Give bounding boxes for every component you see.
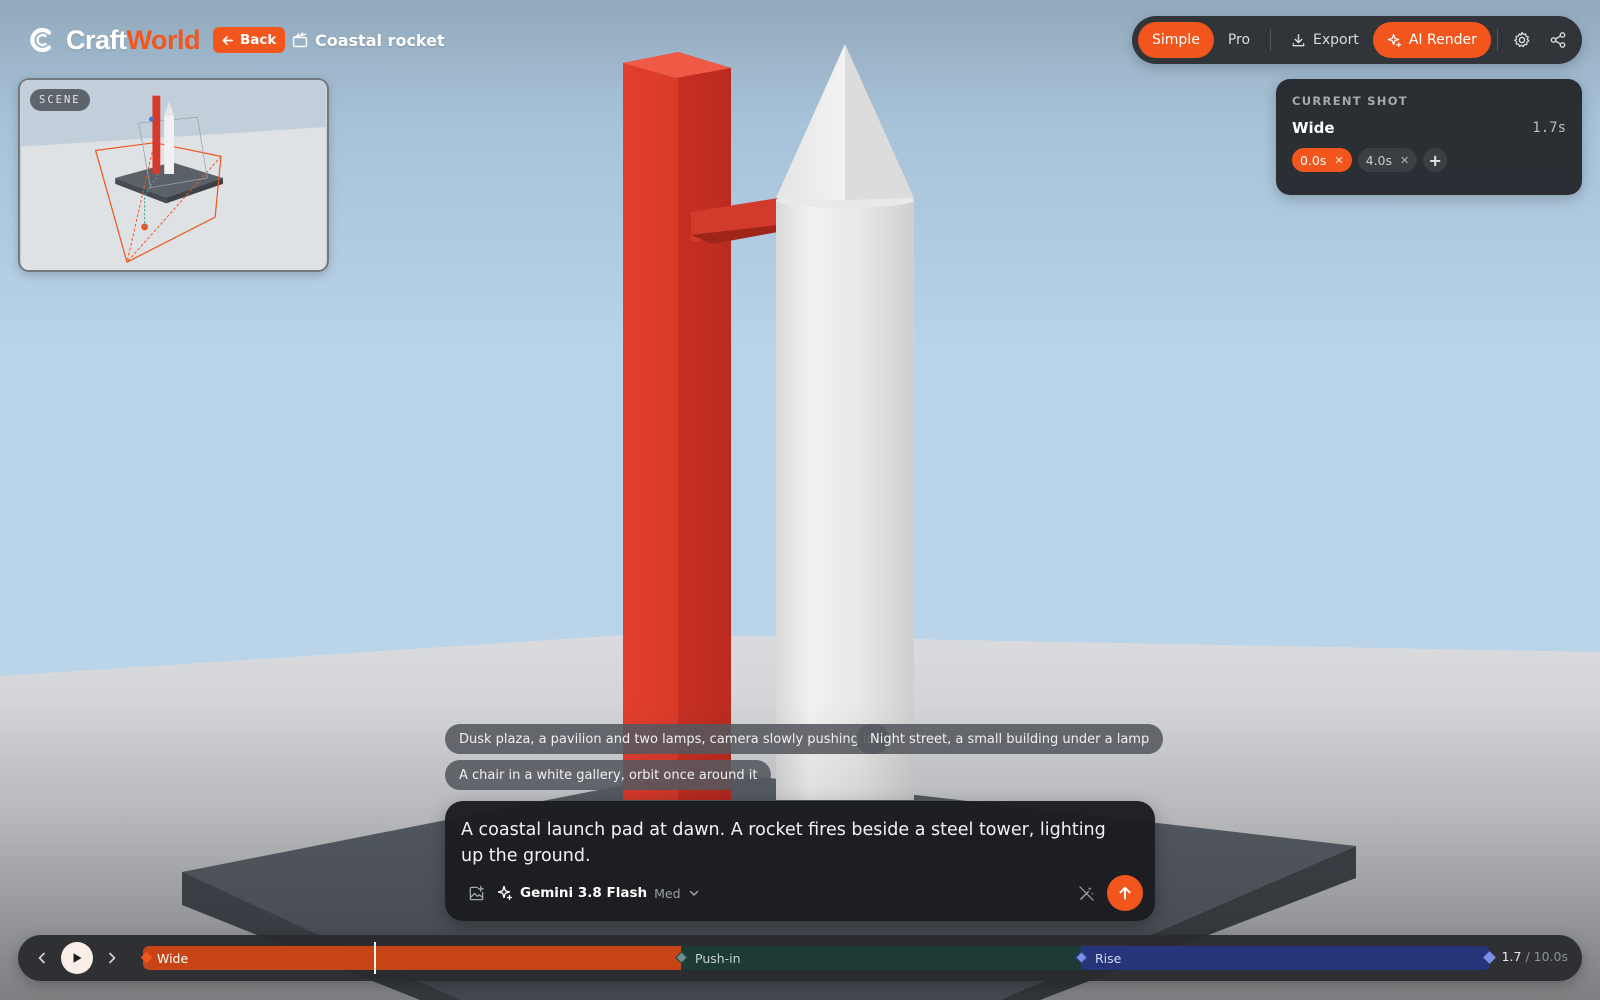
craftworld-logo-icon xyxy=(30,27,52,53)
brand[interactable]: CraftWorld xyxy=(28,22,201,58)
chevron-right-icon xyxy=(109,952,116,964)
timeline-track[interactable]: Wide Push-in Rise xyxy=(140,942,1496,974)
shot-segment-push-in[interactable]: Push-in xyxy=(681,946,1081,970)
next-shot-button[interactable] xyxy=(100,946,124,970)
model-name: Gemini 3.8 Flash xyxy=(520,885,648,901)
prompt-input[interactable]: A coastal launch pad at dawn. A rocket f… xyxy=(461,817,1131,869)
timecode: 1.7 / 10.0s xyxy=(1501,949,1568,964)
arrow-up-icon xyxy=(1119,886,1131,900)
keyframe-list: 0.0s ✕ 4.0s ✕ + xyxy=(1292,148,1566,172)
mode-pro-button[interactable]: Pro xyxy=(1214,22,1264,58)
keyframe-chip[interactable]: 0.0s ✕ xyxy=(1292,148,1352,172)
timeline-bar: Wide Push-in Rise 1.7 / 10.0s xyxy=(18,935,1582,981)
remove-keyframe-icon[interactable]: ✕ xyxy=(1334,154,1343,167)
share-button[interactable] xyxy=(1540,22,1576,58)
shot-name[interactable]: Wide xyxy=(1292,119,1335,137)
shot-segment-wide[interactable]: Wide xyxy=(143,946,681,970)
project-title-text: Coastal rocket xyxy=(315,30,445,50)
attach-image-button[interactable] xyxy=(461,878,491,908)
toolbar-divider xyxy=(1496,29,1498,51)
export-button[interactable]: Export xyxy=(1277,22,1373,58)
send-button[interactable] xyxy=(1107,875,1143,911)
model-level: Med xyxy=(654,885,681,901)
brand-name: CraftWorld xyxy=(66,24,201,55)
arrow-left-icon xyxy=(222,35,233,45)
previous-shot-button[interactable] xyxy=(30,946,54,970)
chevron-down-icon xyxy=(689,890,698,896)
top-toolbar: Simple Pro Export AI Render xyxy=(1132,16,1582,64)
chevron-left-icon xyxy=(38,952,45,964)
prompt-box[interactable]: A coastal launch pad at dawn. A rocket f… xyxy=(445,801,1155,921)
back-button[interactable]: Back xyxy=(213,27,286,53)
current-shot-heading: CURRENT SHOT xyxy=(1292,94,1408,108)
suggestion-chip[interactable]: A chair in a white gallery, orbit once a… xyxy=(445,760,772,790)
clapperboard-icon xyxy=(292,32,308,48)
keyframe-chip[interactable]: 4.0s ✕ xyxy=(1357,148,1418,172)
playhead[interactable] xyxy=(374,942,376,974)
scene-label: SCENE xyxy=(30,89,90,111)
toolbar-divider xyxy=(1270,29,1272,51)
mode-simple-button[interactable]: Simple xyxy=(1138,22,1214,58)
play-icon xyxy=(73,953,82,963)
project-title[interactable]: Coastal rocket xyxy=(292,27,445,53)
download-icon xyxy=(1292,33,1305,46)
image-add-icon xyxy=(469,885,484,900)
sparkle-icon xyxy=(497,885,513,901)
suggestion-chip[interactable]: Night street, a small building under a l… xyxy=(856,724,1164,754)
gear-icon xyxy=(1514,31,1530,48)
back-label: Back xyxy=(240,32,277,48)
play-button[interactable] xyxy=(61,942,93,974)
sparkle-icon xyxy=(1387,33,1402,47)
remove-keyframe-icon[interactable]: ✕ xyxy=(1400,154,1409,167)
shot-duration: 1.7s xyxy=(1532,120,1566,136)
scene-minimap[interactable]: SCENE xyxy=(18,78,329,272)
shot-segment-rise[interactable]: Rise xyxy=(1081,946,1490,970)
enhance-prompt-button[interactable] xyxy=(1071,878,1101,908)
add-keyframe-button[interactable]: + xyxy=(1423,148,1448,172)
model-selector[interactable]: Gemini 3.8 Flash Med xyxy=(497,885,700,901)
current-shot-panel: CURRENT SHOT Wide 1.7s 0.0s ✕ 4.0s ✕ + xyxy=(1276,79,1582,195)
magic-wand-icon xyxy=(1078,885,1094,901)
settings-button[interactable] xyxy=(1504,22,1540,58)
suggestion-chip[interactable]: Dusk plaza, a pavilion and two lamps, ca… xyxy=(445,724,889,754)
share-icon xyxy=(1550,32,1566,48)
ai-render-button[interactable]: AI Render xyxy=(1372,22,1491,58)
